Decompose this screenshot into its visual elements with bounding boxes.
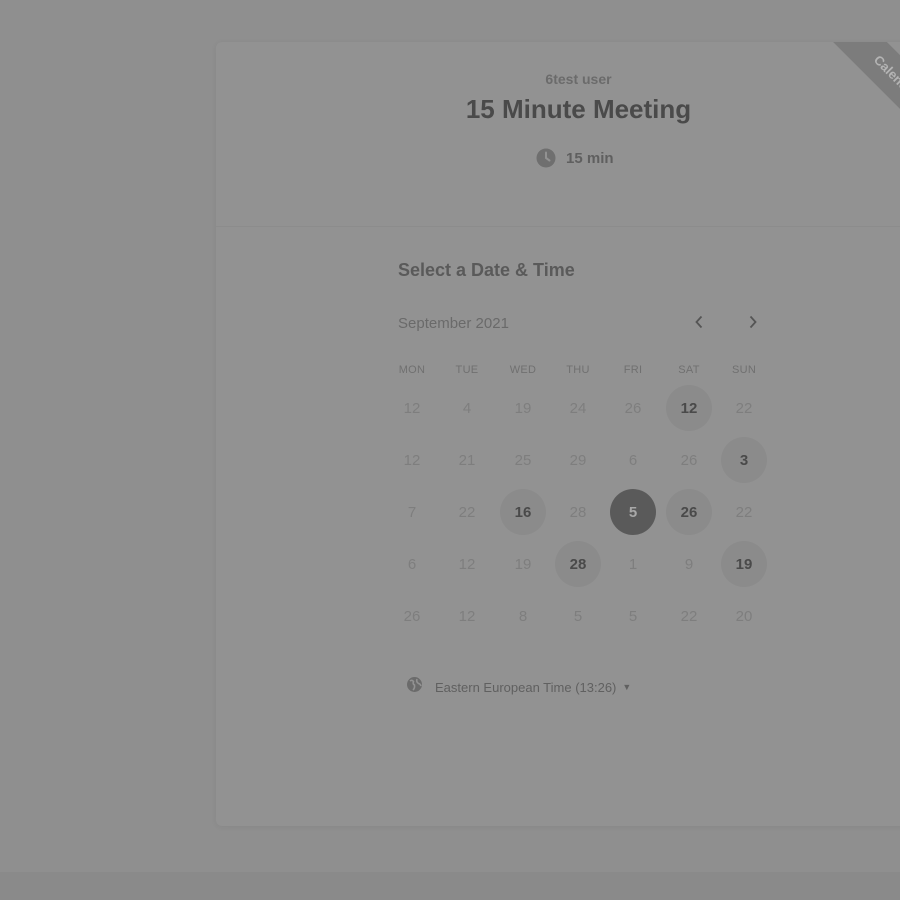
event-duration: 15 min — [536, 148, 614, 168]
event-header: 6test user 15 Minute Meeting 15 min Cale… — [216, 42, 900, 227]
chevron-right-icon — [748, 315, 758, 334]
calendar-day: 22 — [735, 503, 753, 521]
calendar-day-selected[interactable]: 5 — [610, 489, 656, 535]
calendar-day: 22 — [680, 607, 698, 625]
calendar-day-available[interactable]: 26 — [666, 489, 712, 535]
timezone-selector[interactable]: Eastern European Time (13:26) ▼ — [406, 676, 631, 698]
calendar-day: 22 — [735, 399, 753, 417]
weekday-label: MON — [398, 364, 426, 376]
timezone-label: Eastern European Time (13:26) — [435, 679, 617, 695]
next-month-button[interactable] — [739, 310, 767, 338]
weekday-label: THU — [566, 364, 590, 376]
month-label: September 2021 — [398, 315, 509, 332]
ribbon-label: Calendly — [821, 42, 900, 151]
calendar-day: 26 — [624, 399, 642, 417]
duration-label: 15 min — [566, 149, 614, 167]
calendar-day: 6 — [628, 451, 638, 469]
caret-down-icon: ▼ — [622, 682, 632, 692]
calendar-day: 7 — [407, 503, 417, 521]
weekday-label: WED — [509, 364, 537, 376]
calendar-day-available[interactable]: 28 — [555, 541, 601, 587]
calendar-day: 9 — [684, 555, 694, 573]
calendar-day: 6 — [407, 555, 417, 573]
calendar-day: 19 — [514, 555, 532, 573]
section-title: Select a Date & Time — [398, 260, 575, 280]
page-footer-strip — [0, 872, 900, 900]
globe-icon — [406, 676, 423, 698]
previous-month-button[interactable] — [685, 310, 713, 338]
calendar-day: 5 — [628, 607, 638, 625]
calendar-day: 24 — [569, 399, 587, 417]
calendar-day: 28 — [569, 503, 587, 521]
calendar-day: 29 — [569, 451, 587, 469]
booking-card: 6test user 15 Minute Meeting 15 min Cale… — [216, 42, 900, 826]
calendar-day: 12 — [458, 607, 476, 625]
calendar-day: 8 — [518, 607, 528, 625]
calendar-day: 12 — [458, 555, 476, 573]
calendar-day: 5 — [573, 607, 583, 625]
calendar-day: 22 — [458, 503, 476, 521]
calendar-day: 26 — [403, 607, 421, 625]
calendar-day: 19 — [514, 399, 532, 417]
calendar-day: 4 — [462, 399, 472, 417]
calendar-day-available[interactable]: 19 — [721, 541, 767, 587]
calendar-day: 25 — [514, 451, 532, 469]
chevron-left-icon — [694, 315, 704, 334]
calendar-day-available[interactable]: 12 — [666, 385, 712, 431]
weekday-label: SUN — [731, 364, 757, 376]
calendar-day: 21 — [458, 451, 476, 469]
calendar-day: 26 — [680, 451, 698, 469]
weekday-label: SAT — [678, 364, 700, 376]
weekday-label: TUE — [455, 364, 479, 376]
event-title: 15 Minute Meeting — [465, 94, 692, 124]
calendar-day: 12 — [403, 399, 421, 417]
calendar-day-available[interactable]: 16 — [500, 489, 546, 535]
clock-icon — [536, 148, 556, 168]
calendar-day: 12 — [403, 451, 421, 469]
calendar-day: 20 — [735, 607, 753, 625]
event-owner: 6test user — [545, 71, 612, 87]
weekday-label: FRI — [623, 364, 643, 376]
calendar-day-available[interactable]: 3 — [721, 437, 767, 483]
calendar-day: 1 — [628, 555, 638, 573]
powered-by-ribbon[interactable]: Calendly — [816, 42, 900, 156]
